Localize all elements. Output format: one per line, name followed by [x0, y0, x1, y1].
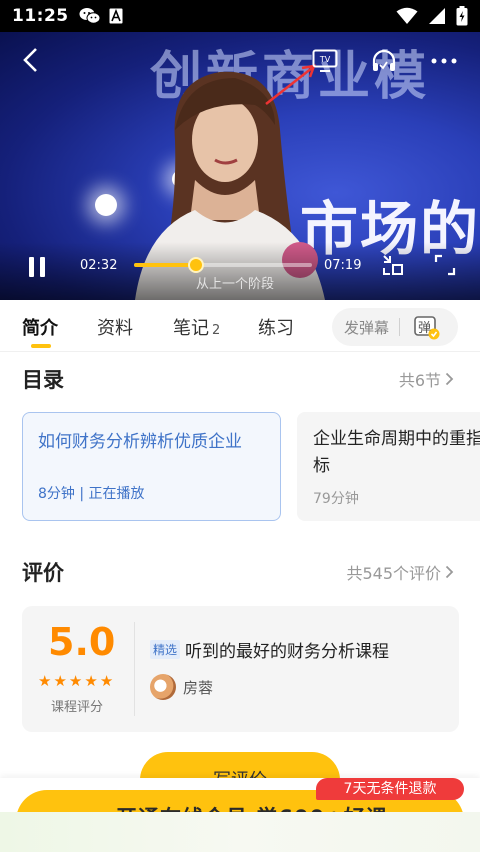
back-arrow-icon	[23, 48, 37, 72]
headphones-icon	[372, 49, 396, 71]
progress-fill	[134, 263, 197, 267]
lesson-title: 如何财务分析辨析优质企业	[38, 432, 242, 452]
course-score: 5.0	[48, 620, 116, 664]
current-time: 02:32	[80, 258, 118, 273]
reviews-count: 共545个评价	[346, 564, 441, 583]
tab-label: 资料	[97, 318, 133, 339]
system-navigation-bar	[0, 812, 480, 852]
danmu-toggle-label: 弹	[418, 321, 432, 336]
fullscreen-button[interactable]	[430, 250, 460, 280]
lesson-title: 企业生命周期中的重指标	[313, 429, 480, 476]
signal-icon	[429, 8, 445, 24]
review-text: 听到的最好的财务分析课程	[185, 642, 389, 662]
progress-bar[interactable]	[134, 257, 312, 273]
video-player[interactable]: 创新商业模 市场的 TV 02:32 07:19 从上一个阶段	[0, 32, 480, 300]
status-time: 11:25	[12, 6, 69, 26]
screen-mode-button[interactable]	[378, 250, 408, 280]
tv-icon: TV	[312, 49, 338, 72]
refund-badge: 7天无条件退款	[316, 778, 464, 800]
catalog-more-link[interactable]: 共6节	[399, 367, 454, 391]
battery-icon	[456, 6, 468, 26]
tab-intro[interactable]: 简介	[22, 314, 58, 340]
more-button[interactable]	[428, 46, 460, 76]
svg-text:TV: TV	[319, 55, 331, 64]
send-danmu-button[interactable]: 发弹幕	[344, 317, 389, 338]
rating-stars: ★ ★ ★ ★ ★	[38, 672, 113, 690]
star-icon: ★	[84, 672, 98, 690]
star-icon: ★	[68, 672, 83, 690]
lesson-card-current[interactable]: 如何财务分析辨析优质企业 8分钟 | 正在播放	[22, 412, 281, 521]
tab-label: 笔记	[173, 318, 209, 339]
catalog-count: 共6节	[398, 371, 441, 390]
tab-label: 简介	[22, 318, 58, 339]
page: 11:25 创新商业模 市场的 TV 02:32 07:19 从上一个阶段 简介…	[0, 0, 480, 852]
tab-count-badge: 2	[212, 323, 221, 338]
chevron-right-icon	[445, 372, 454, 386]
review-summary-card[interactable]: 5.0 ★ ★ ★ ★ ★ 课程评分 精选 听到的最好的财务分析课程 房蓉	[22, 606, 459, 732]
avatar	[150, 674, 176, 700]
divider	[399, 318, 401, 336]
divider	[134, 622, 135, 716]
star-icon: ★	[53, 672, 67, 690]
more-dots-icon	[431, 58, 457, 64]
danmu-bar: 发弹幕 弹	[332, 308, 458, 346]
tab-materials[interactable]: 资料	[97, 314, 133, 340]
star-icon: ★	[38, 672, 52, 690]
back-button[interactable]	[14, 44, 46, 76]
featured-tag: 精选	[150, 640, 181, 659]
course-tabs: 简介 资料 笔记 2 练习 发弹幕 弹	[0, 300, 480, 352]
cast-tv-button[interactable]: TV	[310, 46, 340, 76]
star-icon: ★	[99, 672, 114, 690]
danmu-toggle[interactable]: 弹	[414, 316, 440, 340]
catalog-title: 目录	[22, 368, 64, 392]
reviews-more-link[interactable]: 共545个评价	[346, 560, 454, 584]
video-subtitle: 从上一个阶段	[196, 277, 275, 292]
fullscreen-icon	[434, 254, 456, 276]
resize-icon	[383, 255, 403, 275]
active-tab-indicator	[31, 344, 51, 348]
a-icon	[109, 8, 123, 24]
wechat-icon	[79, 8, 101, 24]
status-bar: 11:25	[0, 0, 480, 32]
stage-light	[95, 194, 117, 216]
lesson-card[interactable]: 企业生命周期中的重指标 79分钟	[297, 412, 480, 521]
score-caption: 课程评分	[51, 700, 104, 715]
tab-label: 练习	[258, 318, 294, 339]
tab-exercises[interactable]: 练习	[258, 314, 294, 340]
chevron-right-icon	[445, 565, 454, 579]
wifi-icon	[396, 7, 418, 24]
audio-mode-button[interactable]	[368, 46, 400, 76]
pause-button[interactable]	[22, 252, 52, 282]
reviews-title: 评价	[22, 561, 64, 585]
tab-notes[interactable]: 笔记 2	[173, 314, 220, 340]
pause-icon	[29, 257, 45, 277]
total-time: 07:19	[324, 258, 362, 273]
reviewer-name: 房蓉	[183, 679, 214, 697]
lesson-meta: 8分钟 | 正在播放	[38, 486, 145, 502]
lesson-meta: 79分钟	[313, 491, 359, 507]
